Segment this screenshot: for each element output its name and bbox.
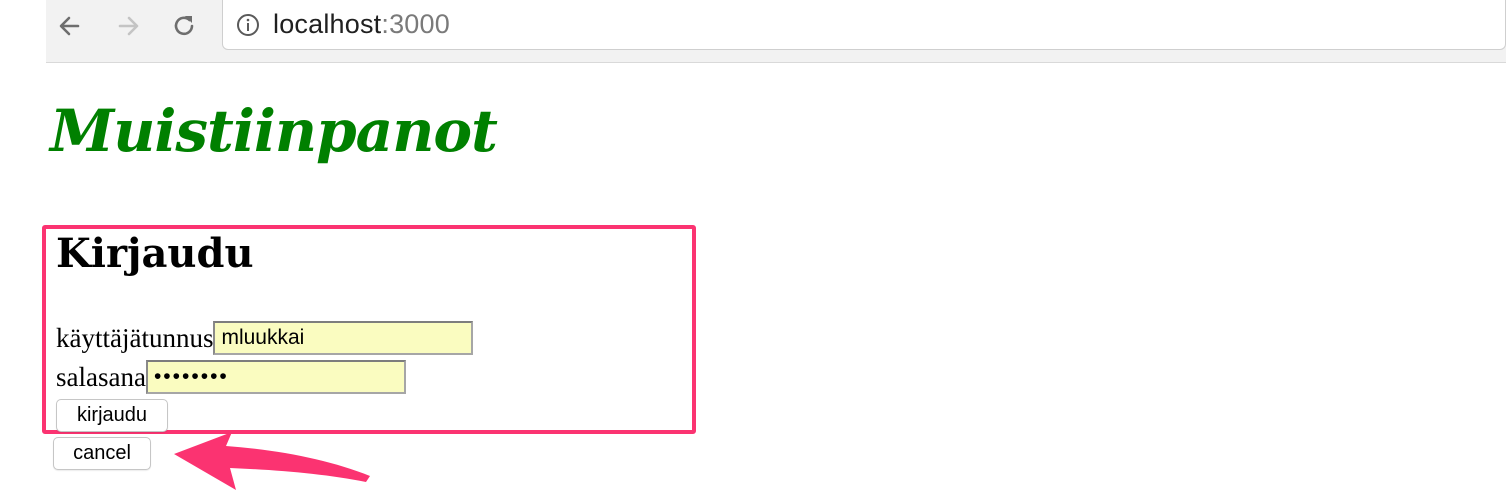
login-heading: Kirjaudu bbox=[56, 230, 254, 277]
url-host: localhost bbox=[273, 9, 382, 39]
url-port: :3000 bbox=[381, 9, 450, 39]
username-input[interactable] bbox=[213, 321, 474, 355]
url-text: localhost:3000 bbox=[273, 9, 450, 40]
password-input[interactable] bbox=[145, 360, 406, 394]
annotation-arrow-icon bbox=[174, 432, 370, 490]
reload-icon bbox=[174, 16, 194, 36]
info-icon[interactable] bbox=[235, 12, 261, 38]
password-label: salasana bbox=[56, 361, 146, 392]
login-button[interactable]: kirjaudu bbox=[56, 399, 168, 432]
password-row: salasana bbox=[56, 360, 406, 394]
reload-button[interactable] bbox=[168, 10, 200, 42]
forward-arrow-icon bbox=[118, 16, 139, 36]
username-row: käyttäjätunnus bbox=[56, 321, 474, 355]
login-form-highlight: Kirjaudu käyttäjätunnus salasana kirjaud… bbox=[42, 225, 696, 434]
address-bar[interactable]: localhost:3000 bbox=[222, 0, 1506, 50]
page-title: Muistiinpanot bbox=[50, 97, 498, 165]
cancel-button[interactable]: cancel bbox=[53, 437, 151, 470]
forward-button[interactable] bbox=[112, 10, 144, 42]
back-arrow-icon bbox=[59, 16, 80, 36]
username-label: käyttäjätunnus bbox=[56, 322, 214, 353]
back-button[interactable] bbox=[54, 10, 86, 42]
browser-toolbar: localhost:3000 bbox=[46, 0, 1506, 63]
